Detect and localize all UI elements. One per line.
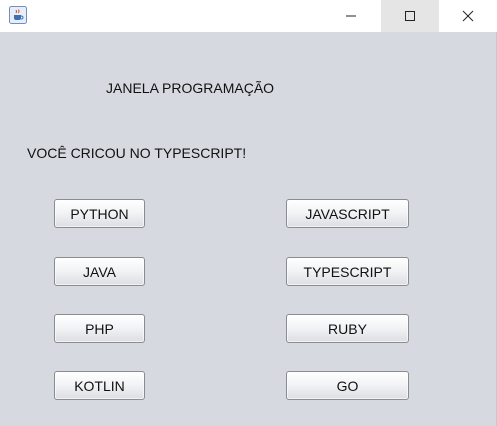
maximize-button[interactable] bbox=[381, 0, 439, 32]
content-pane: JANELA PROGRAMAÇÃO VOCÊ CRICOU NO TYPESC… bbox=[0, 32, 497, 426]
title-bar[interactable] bbox=[0, 0, 497, 32]
status-message-label: VOCÊ CRICOU NO TYPESCRIPT! bbox=[27, 145, 247, 161]
maximize-icon bbox=[405, 11, 415, 21]
minimize-icon bbox=[346, 15, 356, 17]
go-button[interactable]: GO bbox=[286, 371, 409, 400]
python-button[interactable]: PYTHON bbox=[54, 199, 145, 228]
close-icon bbox=[462, 10, 474, 22]
java-button[interactable]: JAVA bbox=[54, 257, 145, 286]
javascript-button[interactable]: JAVASCRIPT bbox=[286, 199, 409, 228]
minimize-button[interactable] bbox=[322, 0, 380, 32]
window-heading-label: JANELA PROGRAMAÇÃO bbox=[106, 80, 275, 96]
java-cup-icon[interactable] bbox=[9, 6, 27, 24]
php-button[interactable]: PHP bbox=[54, 314, 145, 343]
kotlin-button[interactable]: KOTLIN bbox=[54, 371, 145, 400]
typescript-button[interactable]: TYPESCRIPT bbox=[286, 257, 409, 286]
ruby-button[interactable]: RUBY bbox=[286, 314, 409, 343]
close-button[interactable] bbox=[439, 0, 497, 32]
